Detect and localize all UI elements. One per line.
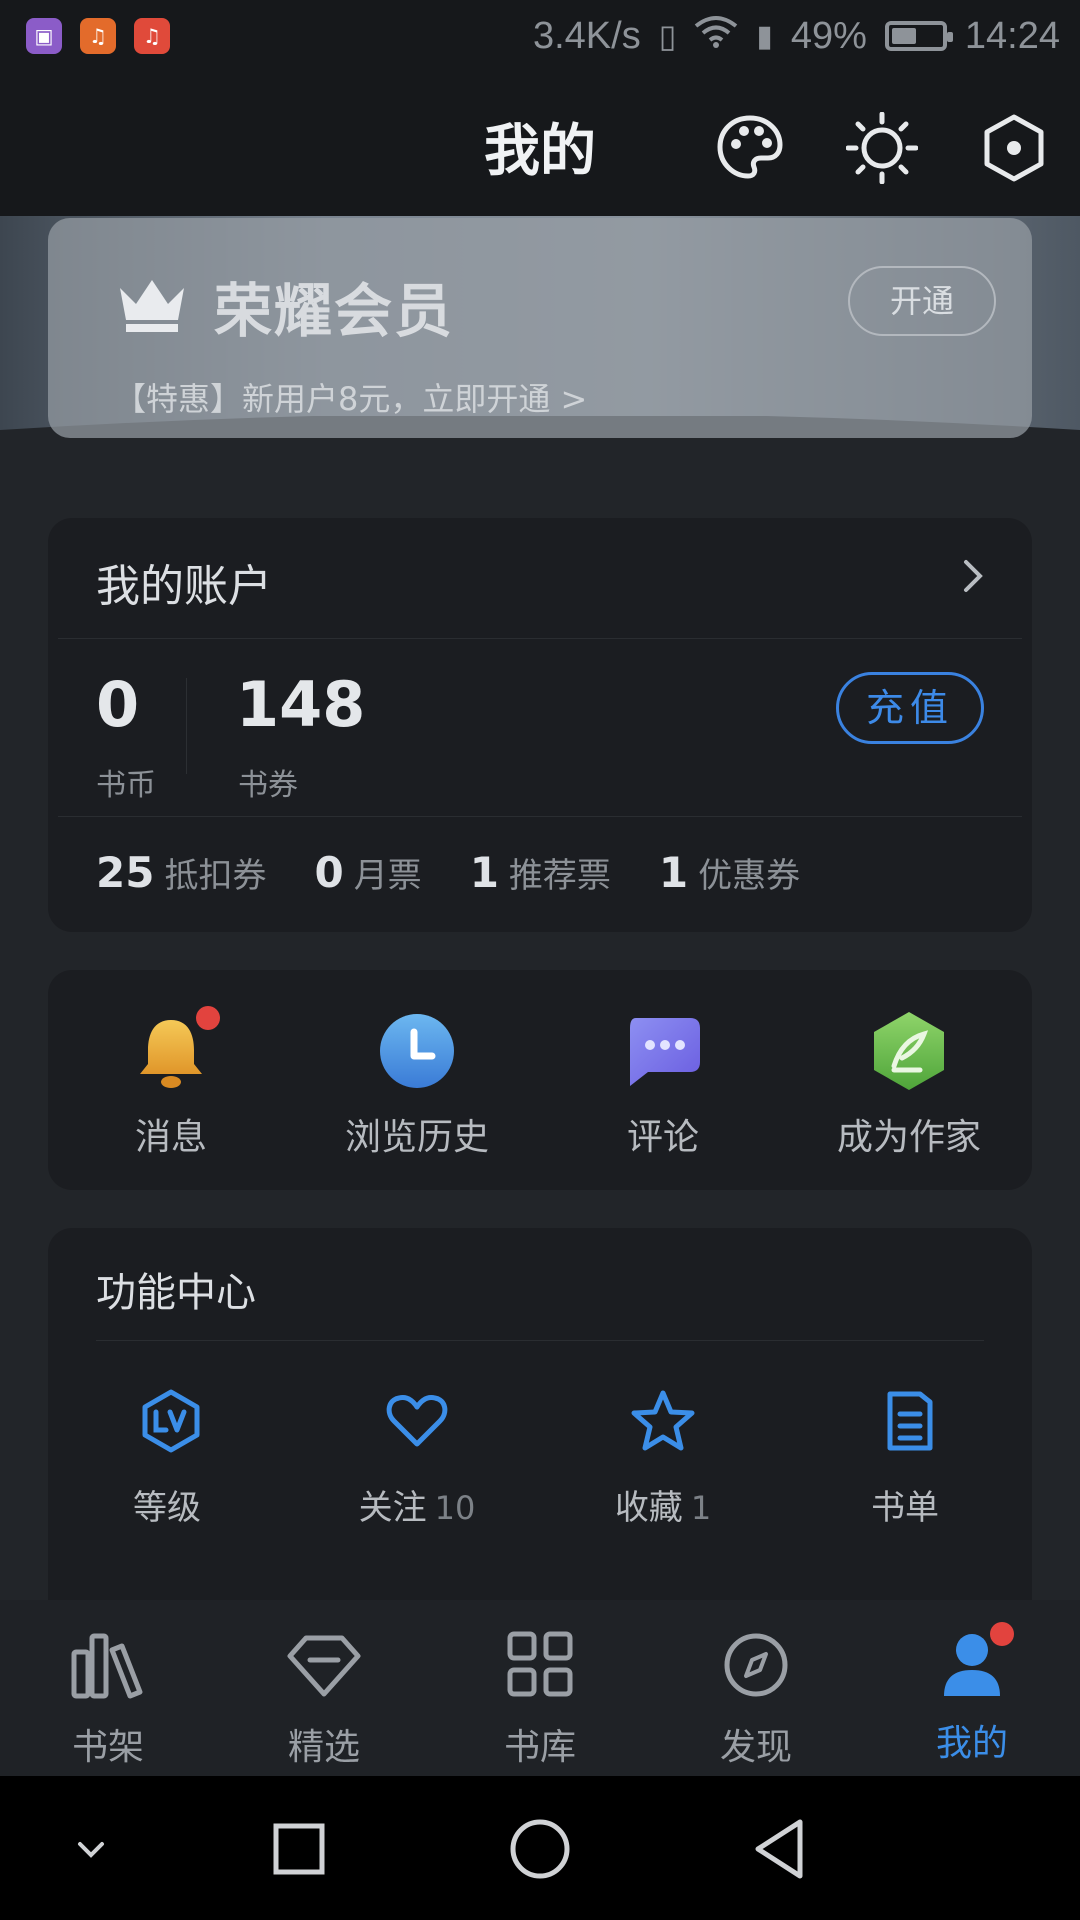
feature-label: 收藏: [614, 1488, 683, 1528]
divider: [96, 1340, 984, 1341]
quill-icon: [868, 1010, 950, 1092]
theme-palette-icon[interactable]: [714, 112, 786, 184]
tab-featured[interactable]: 精选: [216, 1630, 432, 1770]
bookshelf-icon: [71, 1633, 143, 1699]
feature-label: 书单: [871, 1488, 939, 1528]
ticket-count: 1: [658, 848, 689, 897]
app-header: 我的: [0, 72, 1080, 217]
shortcuts-card: 消息 浏览历史 评论 成为作家: [48, 970, 1032, 1190]
ticket-deduction[interactable]: 25 抵扣券: [96, 848, 266, 897]
coins-label: 书币: [96, 768, 156, 803]
settings-hexagon-icon[interactable]: [978, 112, 1050, 184]
ticket-count: 0: [314, 848, 344, 897]
hide-navbar-chevron-icon[interactable]: [56, 1814, 126, 1884]
ticket-label: 抵扣券: [164, 856, 267, 896]
shortcut-label: 评论: [626, 1117, 699, 1158]
ticket-label: 推荐票: [508, 856, 611, 896]
feature-count: 10: [434, 1489, 476, 1527]
tab-library[interactable]: 书库: [432, 1630, 648, 1770]
shortcut-label: 消息: [134, 1117, 207, 1158]
ticket-label: 优惠券: [698, 856, 801, 896]
vouchers-label: 书券: [238, 768, 298, 803]
system-nav-bar: [0, 1776, 1080, 1920]
level-icon: [142, 1389, 200, 1453]
feature-favorites[interactable]: 收藏 1: [540, 1388, 786, 1529]
ticket-monthly[interactable]: 0 月票: [314, 848, 421, 897]
tab-mine[interactable]: 我的: [864, 1622, 1080, 1766]
music-app-icon-2: ♫: [134, 18, 170, 54]
bottom-tab-bar: 书架 精选 书库 发现 我的: [0, 1600, 1080, 1776]
account-title[interactable]: 我的账户: [96, 550, 272, 614]
vip-title: 荣耀会员: [214, 277, 455, 345]
status-bar: ▣ ♫ ♫ 3.4K/s ▯ ▮ 49% 14:24: [0, 0, 1080, 72]
feature-center-card: 功能中心 等级 关注 10 收藏 1 书单: [48, 1228, 1032, 1600]
vouchers-value: 148: [236, 668, 366, 741]
unread-badge: [990, 1622, 1014, 1646]
vip-promo-link[interactable]: 【特惠】新用户8元，立即开通 >: [114, 374, 587, 420]
ticket-recommend[interactable]: 1 推荐票: [470, 848, 611, 897]
back-triangle-icon[interactable]: [746, 1814, 816, 1884]
feature-label: 等级: [133, 1488, 201, 1528]
home-circle-icon[interactable]: [505, 1814, 575, 1884]
crown-icon: [120, 280, 184, 332]
diamond-icon: [287, 1635, 361, 1697]
feature-count: 1: [690, 1489, 712, 1527]
user-icon: [934, 1622, 1014, 1700]
battery-percent: 49%: [790, 14, 867, 57]
ticket-count: 1: [469, 848, 499, 897]
booklist-icon: [887, 1391, 933, 1451]
divider: [186, 678, 187, 774]
vip-card[interactable]: 荣耀会员 开通 【特惠】新用户8元，立即开通 >: [48, 218, 1032, 438]
coins-value: 0: [96, 668, 140, 741]
wifi-icon: [694, 14, 738, 58]
tab-label: 我的: [935, 1723, 1008, 1764]
feature-following[interactable]: 关注 10: [294, 1388, 540, 1529]
tab-discover[interactable]: 发现: [648, 1630, 864, 1770]
vibrate-icon: ▯: [658, 18, 677, 54]
feature-label: 关注: [358, 1488, 427, 1528]
vip-activate-button[interactable]: 开通: [848, 266, 996, 336]
recharge-button[interactable]: 充值: [836, 672, 984, 744]
tab-label: 发现: [719, 1727, 792, 1768]
chat-icon: [622, 1010, 704, 1092]
recents-square-icon[interactable]: [264, 1814, 334, 1884]
notification-icons: ▣ ♫ ♫: [26, 18, 170, 54]
divider: [58, 816, 1022, 817]
page-title: 我的: [484, 119, 596, 184]
divider: [58, 638, 1022, 639]
ticket-coupon[interactable]: 1 优惠券: [659, 848, 800, 897]
shortcut-label: 成为作家: [836, 1117, 981, 1158]
clock-time: 14:24: [964, 14, 1060, 57]
ticket-label: 月票: [353, 856, 422, 896]
heart-icon: [386, 1395, 448, 1447]
account-card: 我的账户 0 书币 148 书券 充值 25 抵扣券 0 月票 1 推荐票 1 …: [48, 518, 1032, 932]
tab-label: 书库: [503, 1727, 576, 1768]
unread-badge: [196, 1006, 220, 1030]
grid-icon: [507, 1631, 573, 1697]
feature-booklist[interactable]: 书单: [786, 1388, 1032, 1529]
gallery-app-icon: ▣: [26, 18, 62, 54]
sim-icon: ▮: [756, 19, 773, 53]
shortcut-messages[interactable]: 消息: [48, 1006, 294, 1160]
feature-level[interactable]: 等级: [48, 1388, 294, 1529]
shortcut-label: 浏览历史: [344, 1117, 489, 1158]
battery-icon: [884, 21, 953, 51]
shortcut-become-writer[interactable]: 成为作家: [786, 1010, 1032, 1160]
tab-label: 书架: [71, 1727, 144, 1768]
shortcut-comments[interactable]: 评论: [540, 1010, 786, 1160]
feature-center-title: 功能中心: [96, 1270, 256, 1316]
ticket-count: 25: [96, 848, 155, 897]
music-app-icon: ♫: [80, 18, 116, 54]
star-icon: [631, 1390, 695, 1451]
bell-icon: [130, 1006, 220, 1092]
clock-icon: [376, 1010, 458, 1092]
tab-bookshelf[interactable]: 书架: [0, 1630, 216, 1770]
compass-icon: [724, 1633, 788, 1697]
tab-label: 精选: [287, 1727, 360, 1768]
shortcut-history[interactable]: 浏览历史: [294, 1010, 540, 1160]
tickets-row: 25 抵扣券 0 月票 1 推荐票 1 优惠券: [96, 848, 800, 897]
network-speed: 3.4K/s: [532, 14, 641, 57]
chevron-right-icon[interactable]: [958, 558, 988, 594]
brightness-sun-icon[interactable]: [845, 111, 919, 185]
